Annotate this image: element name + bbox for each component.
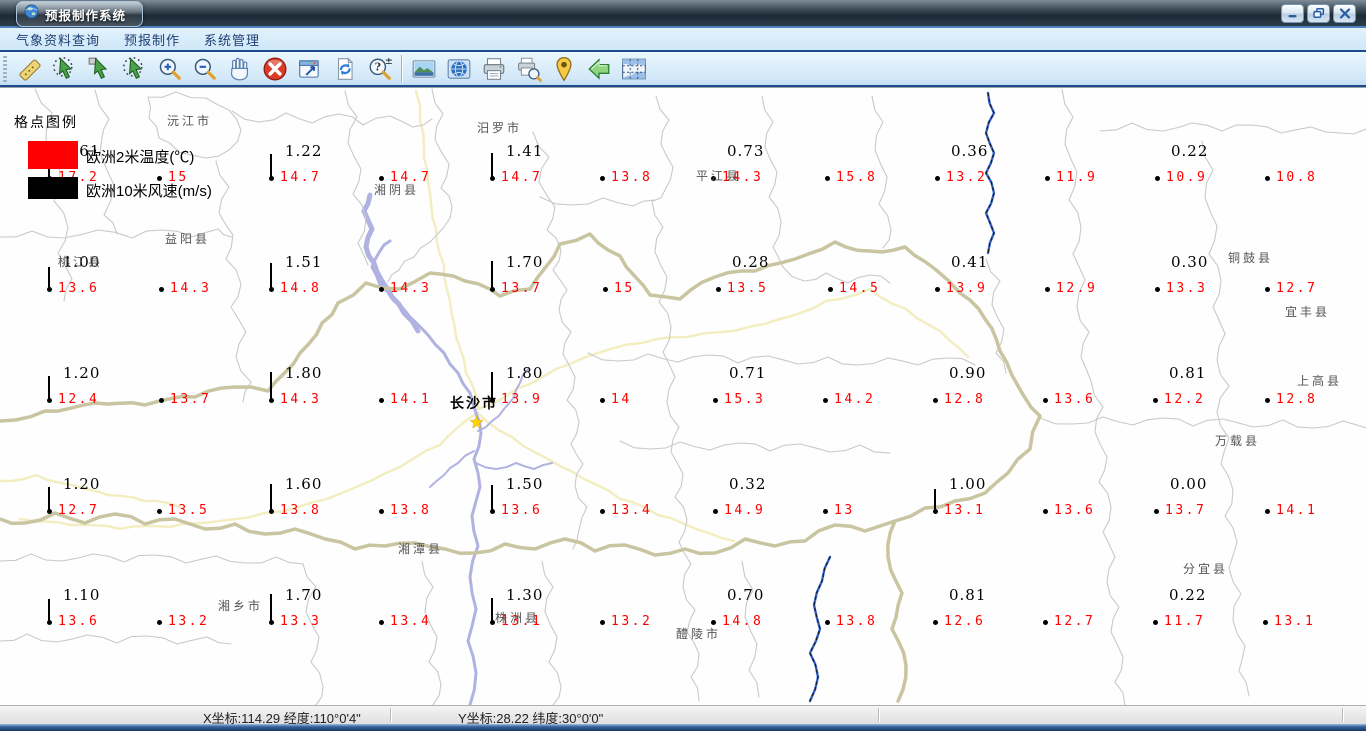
legend-label-wind: 欧洲10米风速(m/s) bbox=[86, 183, 212, 200]
window-arrow-icon bbox=[298, 59, 319, 78]
menu-weather-data-query[interactable]: 气象资料查询 bbox=[8, 28, 108, 51]
print-preview-button[interactable] bbox=[511, 53, 546, 84]
grid-legend: 格点图例 欧洲2米温度(℃) 欧洲10米风速(m/s) bbox=[0, 88, 1366, 705]
zoom-in-icon bbox=[159, 58, 181, 80]
legend-title: 格点图例 bbox=[14, 114, 78, 130]
new-window-button[interactable] bbox=[292, 53, 327, 84]
map-canvas[interactable]: 17.2 1.61 15 14.7 1.22 14.7 14.7 1.41 13.8 14.3 0.… bbox=[0, 87, 1366, 705]
menu-system-management[interactable]: 系统管理 bbox=[196, 28, 268, 51]
select-lasso-button[interactable] bbox=[47, 53, 82, 84]
select-circle-button[interactable] bbox=[117, 53, 152, 84]
close-button[interactable] bbox=[1333, 4, 1356, 23]
zoom-in-button[interactable] bbox=[152, 53, 187, 84]
status-separator bbox=[878, 708, 879, 722]
placemark-button[interactable] bbox=[546, 53, 581, 84]
status-separator bbox=[390, 708, 391, 722]
ruler-icon bbox=[18, 58, 41, 81]
toolbar: ? ± bbox=[0, 50, 1366, 87]
hand-icon bbox=[230, 57, 248, 80]
toolbar-grip[interactable] bbox=[3, 55, 7, 82]
window-controls bbox=[1281, 4, 1356, 23]
stop-icon bbox=[263, 57, 286, 80]
save-image-button[interactable] bbox=[406, 53, 441, 84]
image-icon bbox=[412, 59, 435, 78]
window-bottom-edge bbox=[0, 724, 1366, 731]
refresh-icon bbox=[337, 56, 353, 80]
back-button[interactable] bbox=[581, 53, 616, 84]
print-preview-icon bbox=[517, 57, 542, 82]
identify-button[interactable]: ? ± bbox=[362, 53, 397, 84]
measure-button[interactable] bbox=[12, 53, 47, 84]
menu-forecast-production[interactable]: 预报制作 bbox=[116, 28, 188, 51]
globe-icon bbox=[24, 4, 39, 24]
toolbar-separator bbox=[401, 55, 402, 82]
globe-button[interactable] bbox=[441, 53, 476, 84]
app-window: 预报制作系统 气象资料查询 预报制作 系统管理 ? ± 17.2 1.61 15 14.… bbox=[0, 0, 1366, 731]
window-title: 预报制作系统 bbox=[45, 8, 127, 23]
status-separator bbox=[1342, 708, 1343, 722]
svg-text:±: ± bbox=[384, 56, 392, 67]
window-title-tab[interactable]: 预报制作系统 bbox=[16, 1, 143, 27]
title-bar: 预报制作系统 bbox=[0, 0, 1366, 28]
print-icon bbox=[483, 57, 504, 80]
arrow-dotted-icon bbox=[52, 56, 73, 79]
menu-bar: 气象资料查询 预报制作 系统管理 bbox=[0, 28, 1366, 50]
legend-swatch-temperature bbox=[28, 141, 78, 169]
grid-map-button[interactable] bbox=[616, 53, 651, 84]
legend-label-temperature: 欧洲2米温度(℃) bbox=[86, 149, 195, 166]
zoom-out-button[interactable] bbox=[187, 53, 222, 84]
restore-button[interactable] bbox=[1307, 4, 1330, 23]
legend-swatch-wind bbox=[28, 177, 78, 199]
arrow-dotted-icon bbox=[122, 56, 143, 79]
grid-map-icon bbox=[621, 58, 646, 79]
arrow-box-icon bbox=[88, 56, 107, 79]
pan-button[interactable] bbox=[222, 53, 257, 84]
identify-icon: ? ± bbox=[369, 56, 392, 80]
select-button[interactable] bbox=[82, 53, 117, 84]
svg-text:?: ? bbox=[374, 60, 380, 73]
zoom-out-icon bbox=[194, 58, 216, 80]
stop-button[interactable] bbox=[257, 53, 292, 84]
refresh-button[interactable] bbox=[327, 53, 362, 84]
globe-icon bbox=[447, 58, 470, 79]
minimize-button[interactable] bbox=[1281, 4, 1304, 23]
pin-icon bbox=[555, 56, 572, 82]
print-button[interactable] bbox=[476, 53, 511, 84]
back-arrow-icon bbox=[587, 57, 609, 80]
status-bar: X坐标:114.29 经度:110°0'4" Y坐标:28.22 纬度:30°0… bbox=[0, 705, 1366, 726]
